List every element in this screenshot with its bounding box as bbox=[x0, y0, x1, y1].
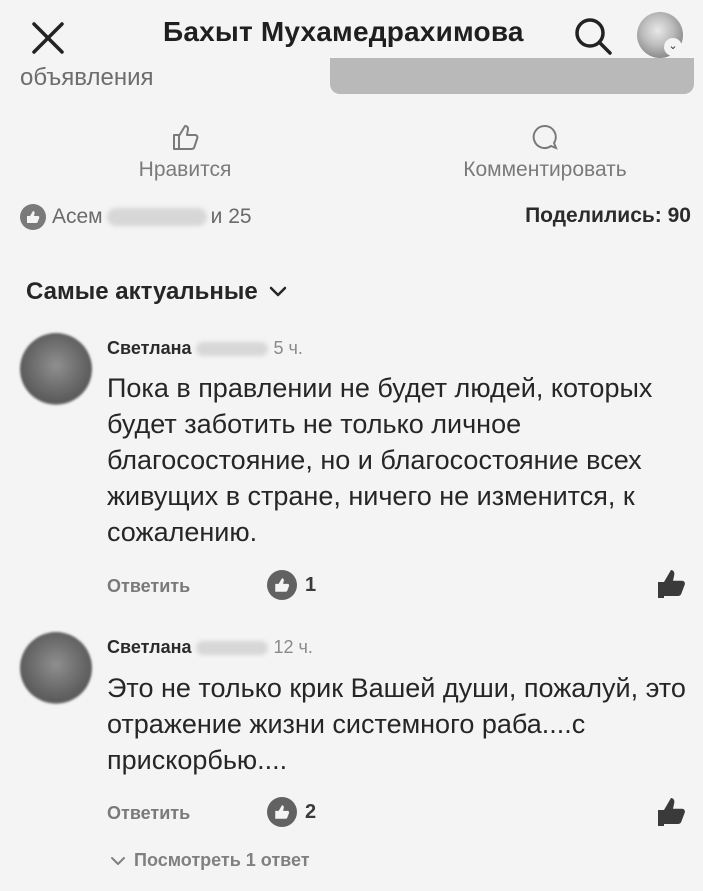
chevron-down-icon bbox=[111, 856, 125, 865]
comment-author[interactable]: Светлана 5 ч. bbox=[107, 338, 303, 359]
like-count: 1 bbox=[305, 573, 317, 596]
search-icon[interactable] bbox=[571, 14, 615, 58]
comment-sort-dropdown[interactable]: Самые актуальные bbox=[26, 278, 288, 306]
like-count: 2 bbox=[305, 800, 317, 823]
shares-count[interactable]: Поделились: 90 bbox=[525, 204, 691, 228]
comment-label: Комментировать bbox=[463, 158, 627, 181]
author-name: Светлана bbox=[107, 637, 192, 657]
comment-time: 5 ч. bbox=[273, 338, 303, 358]
comment-like-button[interactable] bbox=[656, 796, 688, 833]
thumbs-up-icon bbox=[658, 798, 685, 826]
reply-button[interactable]: Ответить bbox=[107, 803, 190, 824]
post-attachment-bar[interactable] bbox=[330, 58, 694, 94]
reactions-name: Асем bbox=[52, 205, 103, 228]
thumbs-up-icon bbox=[267, 570, 297, 600]
comment-like-count[interactable]: 2 bbox=[267, 797, 316, 827]
reactions-count: и 25 bbox=[210, 205, 252, 228]
comment-like-button[interactable] bbox=[656, 568, 688, 605]
chevron-down-icon bbox=[269, 286, 286, 297]
comment-text: Это не только крик Вашей души, пожалуй, … bbox=[107, 673, 686, 775]
thumbs-up-icon bbox=[267, 797, 297, 827]
comment-time: 12 ч. bbox=[273, 637, 313, 657]
comment-text: Пока в правлении не будет людей, которых… bbox=[107, 373, 653, 547]
comment-icon bbox=[532, 124, 558, 150]
blurred-name bbox=[106, 208, 207, 226]
comment-author[interactable]: Светлана 12 ч. bbox=[107, 637, 313, 658]
comment-button[interactable]: Комментировать bbox=[430, 122, 660, 182]
author-name: Светлана bbox=[107, 338, 192, 358]
blurred-name bbox=[195, 640, 268, 655]
thumbs-up-icon bbox=[20, 204, 46, 230]
blurred-name bbox=[195, 341, 268, 356]
avatar[interactable] bbox=[20, 333, 92, 405]
chevron-down-icon[interactable]: ⌄ bbox=[664, 38, 682, 56]
avatar[interactable] bbox=[20, 632, 92, 704]
view-replies-link[interactable]: Посмотреть 1 ответ bbox=[110, 850, 310, 871]
close-icon[interactable] bbox=[28, 18, 68, 58]
post-text-fragment: объявления bbox=[20, 64, 154, 91]
view-replies-label: Посмотреть 1 ответ bbox=[134, 850, 310, 870]
thumbs-up-icon bbox=[658, 570, 685, 598]
like-label: Нравится bbox=[138, 158, 232, 181]
comment-like-count[interactable]: 1 bbox=[267, 570, 316, 600]
page-title: Бахыт Мухамедрахимова bbox=[163, 16, 524, 47]
sort-label: Самые актуальные bbox=[26, 278, 258, 305]
thumbs-up-icon bbox=[173, 125, 199, 150]
reply-button[interactable]: Ответить bbox=[107, 576, 190, 597]
reactions-summary[interactable]: Асем и 25 bbox=[20, 204, 252, 230]
like-button[interactable]: Нравится bbox=[110, 122, 260, 182]
